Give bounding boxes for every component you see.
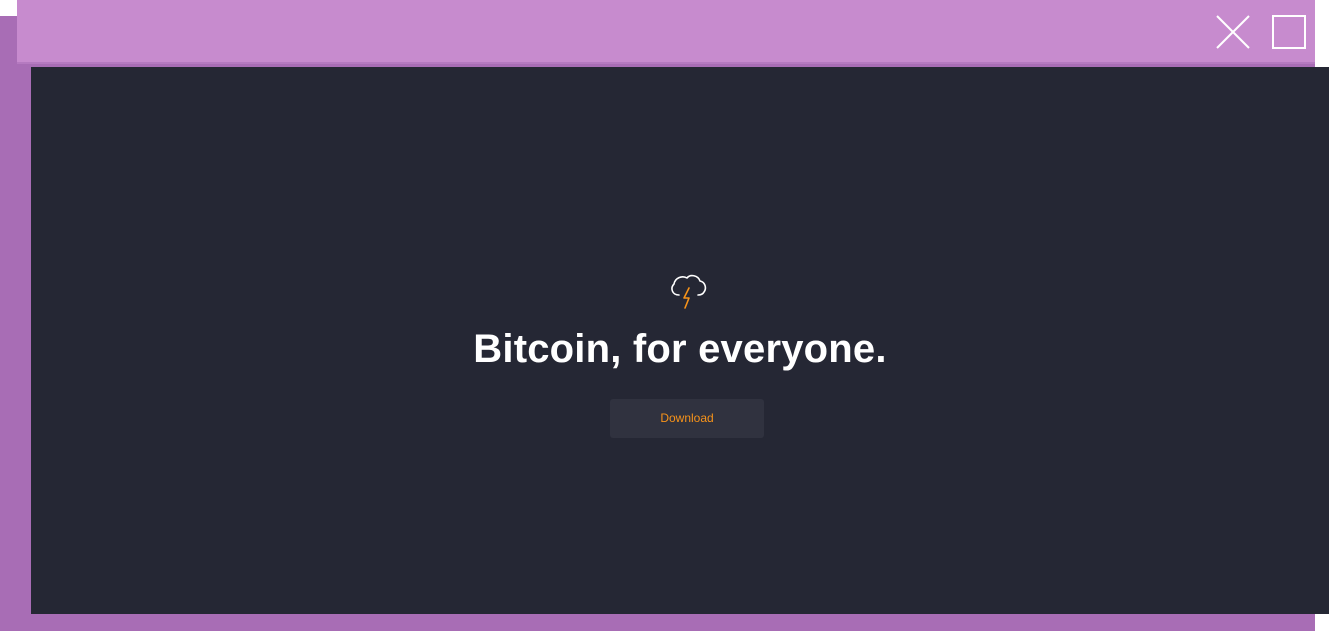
- download-button[interactable]: Download: [610, 399, 764, 438]
- cloud-lightning-icon: [671, 274, 707, 309]
- app-content: Bitcoin, for everyone. Download: [31, 67, 1329, 614]
- maximize-icon: [1272, 15, 1306, 49]
- hero-section: Bitcoin, for everyone. Download: [31, 67, 1329, 614]
- close-button[interactable]: [1215, 14, 1251, 50]
- window-titlebar: [17, 0, 1315, 64]
- hero-headline: Bitcoin, for everyone.: [473, 327, 887, 371]
- close-icon: [1216, 15, 1250, 49]
- screen: Bitcoin, for everyone. Download: [0, 0, 1329, 633]
- maximize-button[interactable]: [1271, 14, 1307, 50]
